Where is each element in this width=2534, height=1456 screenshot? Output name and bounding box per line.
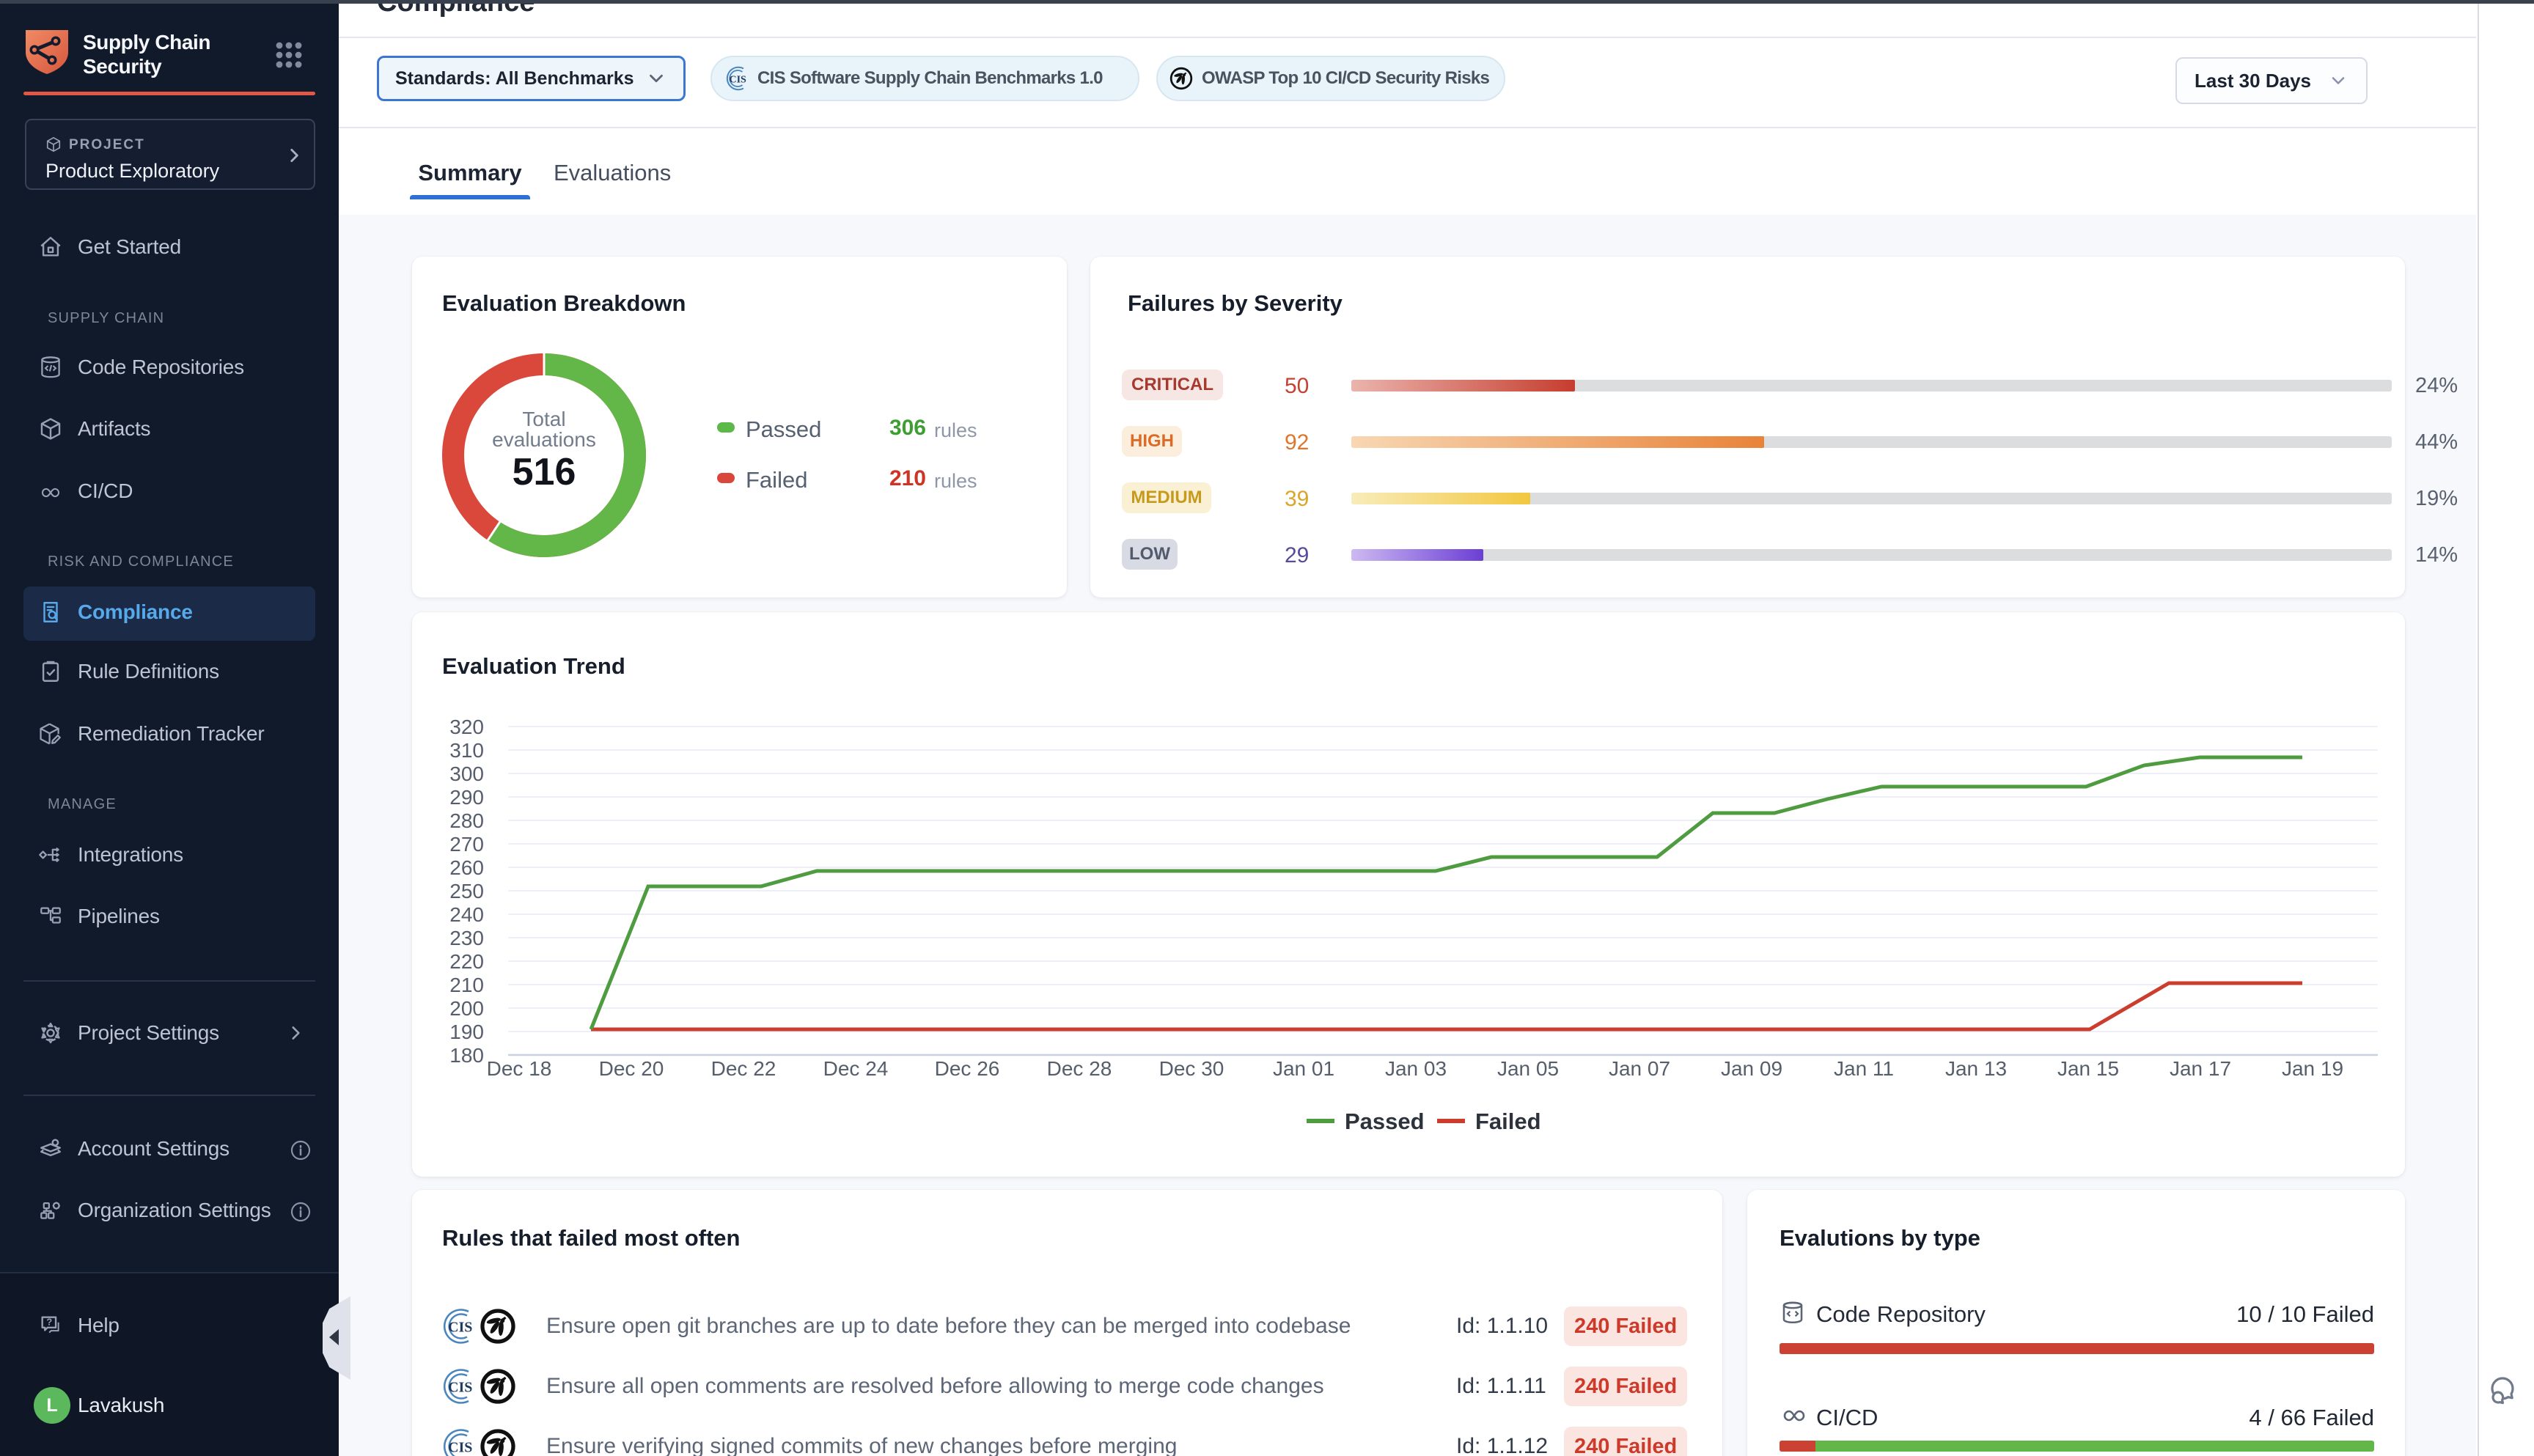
svg-text:230: 230 — [449, 927, 484, 949]
svg-text:Dec 28: Dec 28 — [1047, 1057, 1112, 1080]
svg-text:Dec 20: Dec 20 — [599, 1057, 664, 1080]
svg-text:CIS: CIS — [730, 75, 747, 86]
svg-text:Dec 22: Dec 22 — [711, 1057, 776, 1080]
svg-text:270: 270 — [449, 833, 484, 856]
svg-text:CIS: CIS — [448, 1320, 472, 1336]
svg-text:Jan 09: Jan 09 — [1721, 1057, 1782, 1080]
svg-text:Jan 07: Jan 07 — [1609, 1057, 1670, 1080]
svg-text:Dec 26: Dec 26 — [935, 1057, 1000, 1080]
svg-text:CIS: CIS — [448, 1440, 472, 1456]
svg-text:Jan 01: Jan 01 — [1273, 1057, 1334, 1080]
svg-text:Dec 30: Dec 30 — [1159, 1057, 1224, 1080]
svg-text:280: 280 — [449, 809, 484, 832]
svg-text:Jan 13: Jan 13 — [1945, 1057, 2007, 1080]
svg-text:?: ? — [46, 1317, 52, 1328]
svg-text:Jan 17: Jan 17 — [2170, 1057, 2231, 1080]
svg-text:210: 210 — [449, 974, 484, 996]
svg-text:Dec 24: Dec 24 — [823, 1057, 889, 1080]
svg-text:320: 320 — [449, 716, 484, 738]
svg-text:310: 310 — [449, 739, 484, 762]
svg-text:Dec 18: Dec 18 — [487, 1057, 552, 1080]
svg-text:250: 250 — [449, 880, 484, 902]
svg-text:240: 240 — [449, 903, 484, 926]
svg-text:Jan 03: Jan 03 — [1385, 1057, 1447, 1080]
svg-text:190: 190 — [449, 1021, 484, 1043]
svg-text:180: 180 — [449, 1044, 484, 1067]
svg-text:Passed: Passed — [1345, 1108, 1425, 1134]
svg-text:CIS: CIS — [448, 1380, 472, 1396]
svg-text:260: 260 — [449, 856, 484, 879]
svg-text:Jan 05: Jan 05 — [1497, 1057, 1559, 1080]
svg-text:Failed: Failed — [1475, 1108, 1541, 1134]
svg-text:200: 200 — [449, 997, 484, 1020]
svg-text:300: 300 — [449, 762, 484, 785]
svg-text:290: 290 — [449, 786, 484, 809]
svg-text:Jan 19: Jan 19 — [2282, 1057, 2343, 1080]
svg-text:Jan 11: Jan 11 — [1834, 1057, 1894, 1080]
svg-text:220: 220 — [449, 950, 484, 973]
svg-text:Jan 15: Jan 15 — [2057, 1057, 2119, 1080]
